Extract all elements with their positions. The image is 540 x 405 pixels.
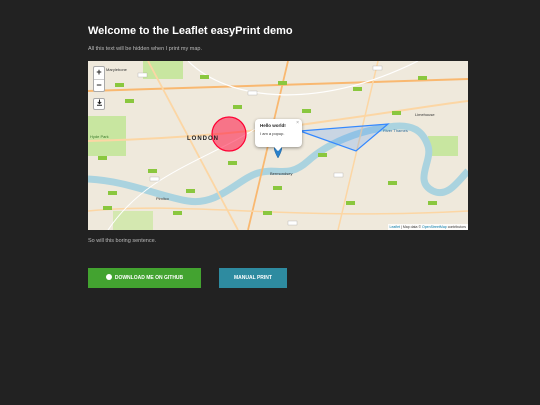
osm-link[interactable]: OpenStreetMap bbox=[422, 225, 447, 229]
leaflet-link[interactable]: Leaflet bbox=[390, 225, 401, 229]
popup-title: Hello world! bbox=[260, 123, 286, 128]
outro-text: So will this boring sentence. bbox=[88, 238, 157, 244]
manual-print-button[interactable]: MANUAL PRINT bbox=[219, 268, 287, 288]
page-title: Welcome to the Leaflet easyPrint demo bbox=[88, 25, 293, 37]
zoom-out-button[interactable]: − bbox=[94, 79, 104, 91]
label-pimlico: Pimlico bbox=[156, 196, 169, 201]
map-container[interactable]: Marylebone Hyde Park LONDON Limehouse Ri… bbox=[88, 61, 468, 230]
label-bermondsey: Bermondsey bbox=[270, 171, 293, 176]
manual-print-label: MANUAL PRINT bbox=[234, 275, 272, 281]
label-hyde-park: Hyde Park bbox=[90, 134, 109, 139]
download-github-button[interactable]: DOWNLOAD ME ON GITHUB bbox=[88, 268, 201, 288]
github-button-label: DOWNLOAD ME ON GITHUB bbox=[114, 275, 184, 281]
zoom-in-button[interactable]: + bbox=[94, 67, 104, 79]
attribution-separator: | Map data © bbox=[400, 225, 423, 229]
zoom-control: + − bbox=[93, 66, 105, 92]
label-limehouse: Limehouse bbox=[415, 112, 435, 117]
popup-body: I am a popup. bbox=[260, 131, 285, 136]
download-icon bbox=[96, 99, 102, 106]
map-attribution: Leaflet | Map data © OpenStreetMap contr… bbox=[387, 224, 468, 230]
intro-text: All this text will be hidden when I prin… bbox=[88, 46, 203, 52]
popup-close-button[interactable]: × bbox=[296, 120, 299, 126]
label-london: LONDON bbox=[187, 136, 219, 142]
label-marylebone: Marylebone bbox=[106, 67, 127, 72]
attribution-contributors: contributors bbox=[446, 225, 466, 229]
github-icon bbox=[105, 274, 112, 280]
print-control-button[interactable] bbox=[93, 98, 105, 110]
circle-overlay[interactable] bbox=[211, 116, 247, 152]
label-river-thames: River Thames bbox=[383, 128, 408, 133]
map-popup: × Hello world! I am a popup. bbox=[255, 119, 302, 151]
